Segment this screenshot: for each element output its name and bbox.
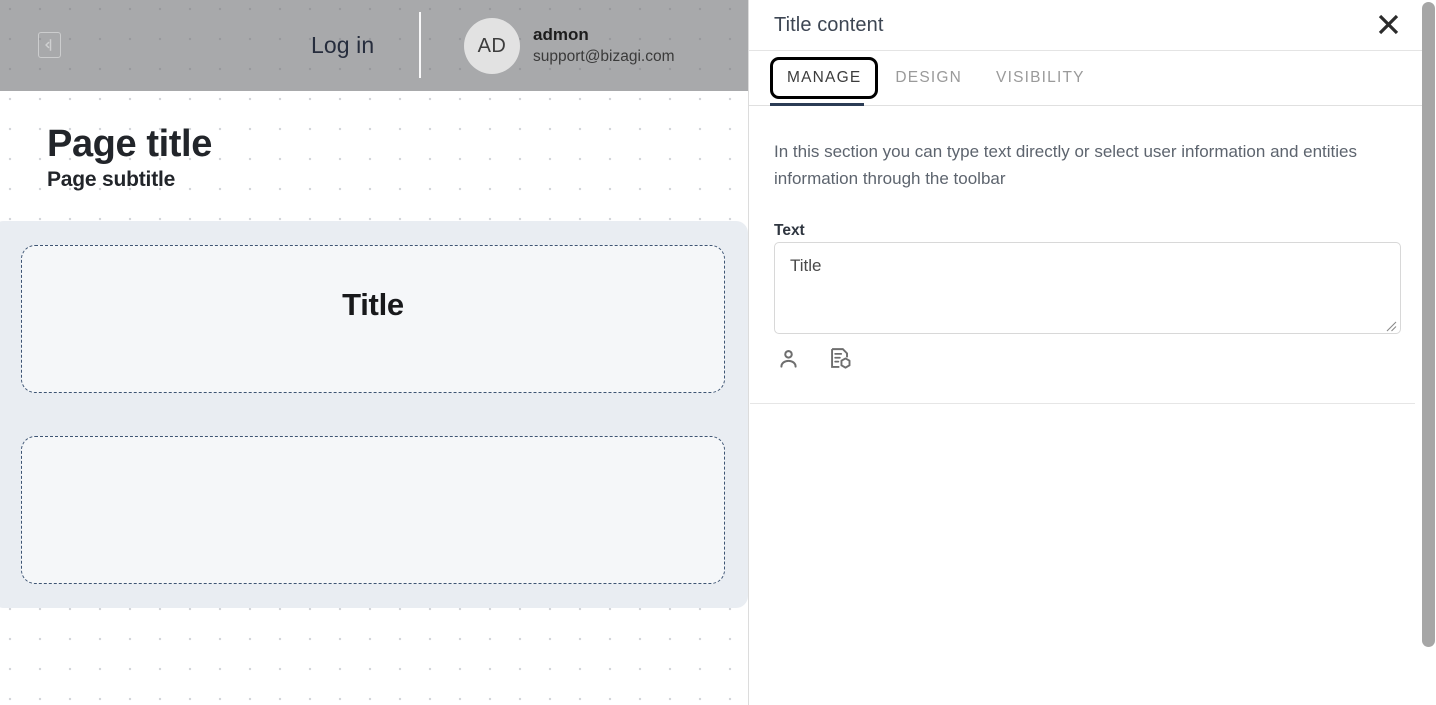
text-input[interactable]	[774, 242, 1401, 334]
panel-scrollbar-thumb[interactable]	[1422, 2, 1435, 647]
properties-panel: Title content MANAGE DESIGN VISIBILITY I…	[748, 0, 1436, 705]
editor-root: Log in AD admon support@bizagi.com Page …	[0, 0, 1436, 705]
title-widget[interactable]: Title	[21, 245, 725, 393]
panel-description: In this section you can type text direct…	[774, 142, 1358, 188]
tab-visibility[interactable]: VISIBILITY	[979, 57, 1102, 99]
panel-scrollbar[interactable]	[1422, 0, 1436, 705]
user-info-icon[interactable]	[775, 346, 801, 372]
page-subtitle: Page subtitle	[47, 168, 176, 191]
text-field-label: Text	[774, 222, 805, 239]
content-toolbar	[775, 346, 853, 372]
login-link[interactable]: Log in	[311, 32, 374, 59]
avatar: AD	[464, 18, 520, 74]
panel-body: In this section you can type text direct…	[749, 106, 1436, 705]
page-title: Page title	[47, 123, 212, 165]
panel-tabs: MANAGE DESIGN VISIBILITY	[749, 51, 1436, 106]
user-email: support@bizagi.com	[533, 48, 675, 65]
user-block[interactable]: AD admon support@bizagi.com	[464, 18, 675, 74]
tab-manage[interactable]: MANAGE	[770, 57, 879, 99]
topbar-divider	[419, 12, 421, 78]
canvas-topbar: Log in AD admon support@bizagi.com	[0, 0, 748, 91]
title-widget-text: Title	[342, 287, 404, 322]
panel-title: Title content	[774, 13, 884, 36]
page-canvas[interactable]: Log in AD admon support@bizagi.com Page …	[0, 0, 748, 705]
empty-widget[interactable]	[21, 436, 725, 584]
user-name: admon	[533, 25, 589, 45]
entity-info-icon[interactable]	[827, 346, 853, 372]
tab-design[interactable]: DESIGN	[878, 57, 979, 99]
close-icon[interactable]	[1371, 7, 1405, 41]
section-container[interactable]: Title	[0, 221, 748, 608]
panel-header: Title content	[749, 0, 1436, 51]
user-text: admon support@bizagi.com	[533, 24, 675, 68]
panel-collapse-icon[interactable]	[38, 32, 61, 58]
panel-divider	[750, 403, 1415, 404]
